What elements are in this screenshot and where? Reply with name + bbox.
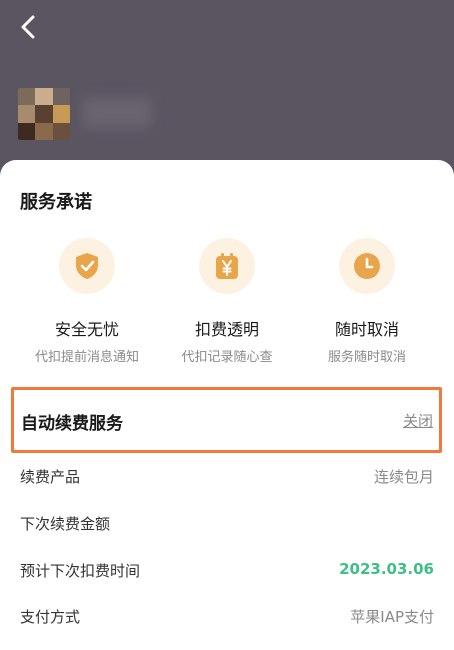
detail-label: 支付方式: [20, 608, 81, 626]
promise-subtitle: 代扣记录随心查: [181, 350, 273, 365]
section-title: 服务承诺: [20, 192, 92, 213]
chevron-left-icon: [21, 15, 35, 39]
avatar: [18, 88, 70, 140]
promise-subtitle: 服务随时取消: [327, 350, 406, 365]
promise-title: 扣费透明: [194, 320, 259, 339]
subscription-card: 服务承诺 安全无忧 代扣提前消息通知 扣费透明 代扣记录随心查 随时取消 服务随…: [0, 160, 454, 650]
yen-calendar-icon: [199, 238, 255, 294]
auto-renew-title: 自动续费服务: [21, 414, 123, 434]
detail-label: 下次续费金额: [20, 515, 111, 533]
promise-title: 安全无忧: [54, 320, 119, 339]
detail-value: 苹果IAP支付: [350, 608, 434, 626]
detail-label: 续费产品: [20, 468, 81, 486]
promise-item-transparent: 扣费透明 代扣记录随心查: [152, 238, 302, 365]
clock-icon: [339, 238, 395, 294]
promise-item-cancel: 随时取消 服务随时取消: [292, 238, 442, 365]
promise-item-safe: 安全无忧 代扣提前消息通知: [12, 238, 162, 365]
username-blurred: [82, 98, 152, 128]
profile-header: [0, 0, 454, 170]
detail-row-payment: 支付方式 苹果IAP支付: [20, 606, 434, 630]
detail-row-next-date: 预计下次扣费时间 2023.03.06: [20, 560, 434, 584]
detail-value: 连续包月: [373, 468, 434, 486]
detail-row-amount: 下次续费金额: [20, 513, 434, 537]
detail-label: 预计下次扣费时间: [20, 562, 141, 580]
detail-value: 2023.03.06: [339, 560, 434, 578]
detail-row-product: 续费产品 连续包月: [20, 466, 434, 490]
auto-renew-close-button[interactable]: 关闭: [403, 410, 433, 431]
back-button[interactable]: [14, 12, 44, 42]
promise-subtitle: 代扣提前消息通知: [34, 350, 139, 365]
shield-check-icon: [59, 238, 115, 294]
auto-renew-row: 自动续费服务 关闭: [11, 387, 442, 453]
promise-title: 随时取消: [334, 320, 399, 339]
